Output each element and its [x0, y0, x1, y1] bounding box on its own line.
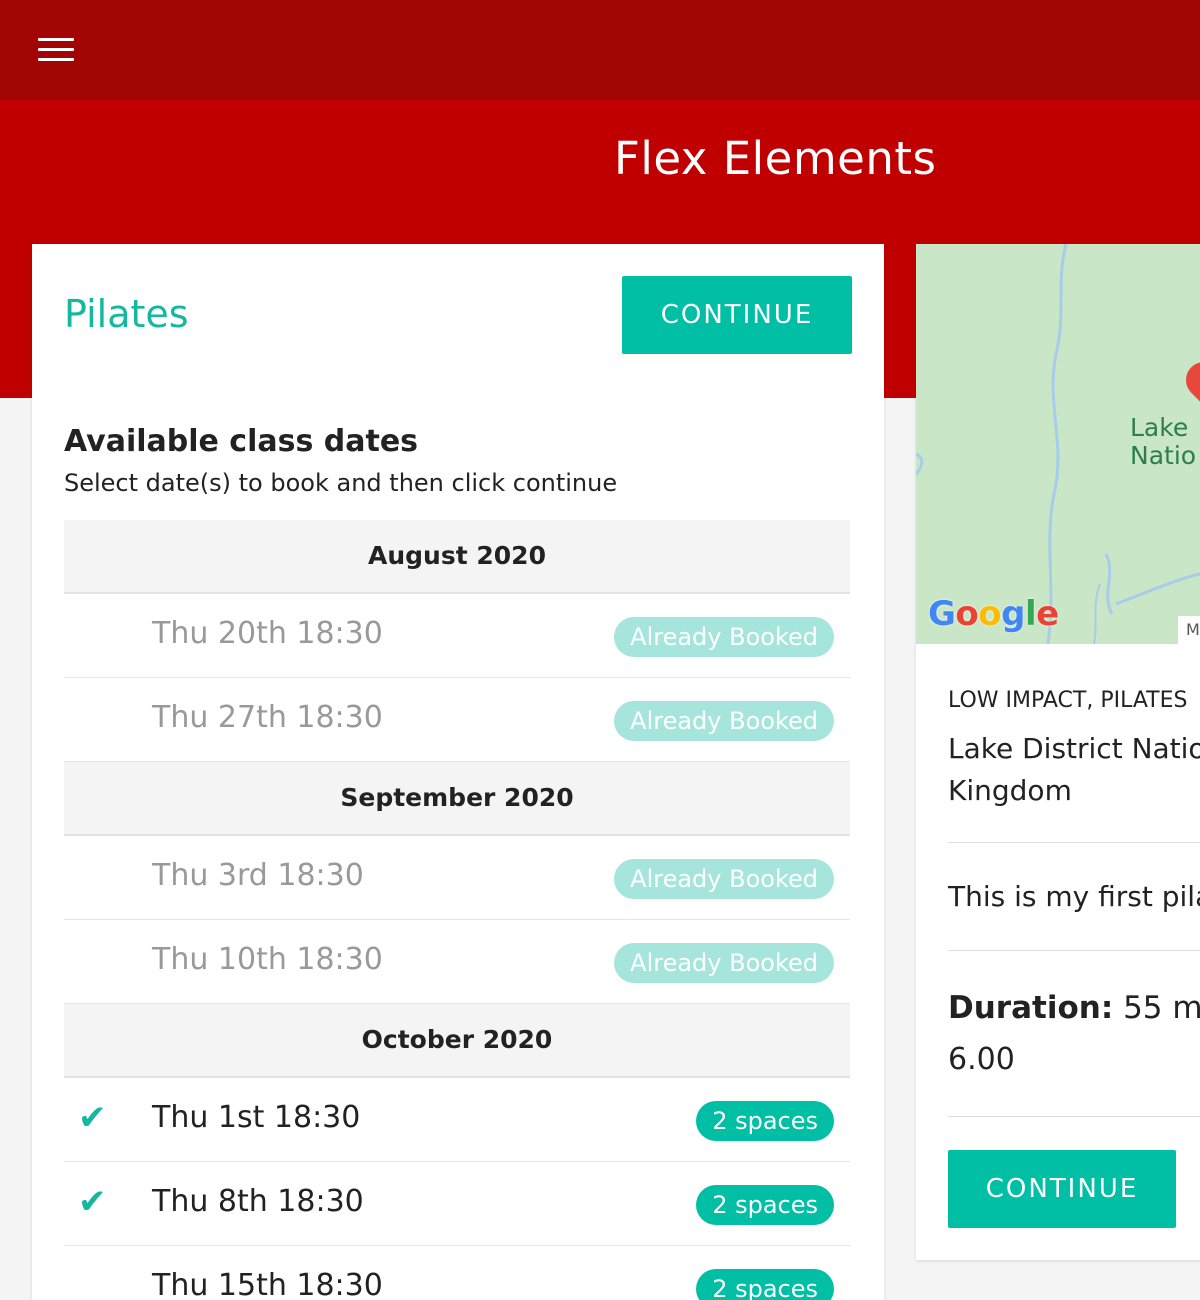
- class-location: Lake District Natio Kingdom: [948, 732, 1200, 807]
- divider: [948, 950, 1200, 951]
- class-duration: Duration: 55 mi: [948, 990, 1200, 1026]
- top-bar: [0, 0, 1200, 100]
- status-badge: Already Booked: [614, 943, 834, 983]
- month-header: August 2020: [64, 520, 850, 594]
- class-card: Pilates CONTINUE Available class dates S…: [32, 244, 884, 1300]
- date-row-selectable[interactable]: ✔ Thu 8th 18:30 2 spaces: [64, 1162, 850, 1246]
- date-label: Thu 8th 18:30: [152, 1184, 364, 1219]
- date-label: Thu 20th 18:30: [152, 616, 383, 651]
- class-info-card: Lake Natio Google M LOW IMPACT, PILATES …: [916, 244, 1200, 1260]
- date-row: Thu 3rd 18:30 Already Booked: [64, 836, 850, 920]
- class-categories: LOW IMPACT, PILATES: [948, 688, 1188, 713]
- date-row-selectable[interactable]: Thu 15th 18:30 2 spaces: [64, 1246, 850, 1300]
- map-place-label: Lake Natio: [1130, 413, 1197, 470]
- status-badge: Already Booked: [614, 617, 834, 657]
- date-label: Thu 27th 18:30: [152, 700, 383, 735]
- class-price: 6.00: [948, 1042, 1015, 1077]
- site-title: Flex Elements: [614, 132, 937, 185]
- spaces-badge: 2 spaces: [696, 1269, 834, 1300]
- duration-label: Duration:: [948, 990, 1114, 1026]
- date-label: Thu 10th 18:30: [152, 942, 383, 977]
- date-row: Thu 20th 18:30 Already Booked: [64, 594, 850, 678]
- check-icon: ✔: [78, 1182, 107, 1222]
- continue-button-side[interactable]: CONTINUE: [948, 1150, 1176, 1228]
- date-row: Thu 10th 18:30 Already Booked: [64, 920, 850, 1004]
- divider: [948, 1116, 1200, 1117]
- continue-button-top[interactable]: CONTINUE: [622, 276, 852, 354]
- date-label: Thu 15th 18:30: [152, 1268, 383, 1300]
- class-title: Pilates: [64, 292, 189, 336]
- month-header: September 2020: [64, 762, 850, 836]
- date-row-selectable[interactable]: ✔ Thu 1st 18:30 2 spaces: [64, 1078, 850, 1162]
- google-logo: Google: [928, 594, 1059, 634]
- divider: [948, 842, 1200, 843]
- date-list: August 2020 Thu 20th 18:30 Already Booke…: [64, 520, 850, 1300]
- location-map[interactable]: Lake Natio Google M: [916, 244, 1200, 644]
- spaces-badge: 2 spaces: [696, 1185, 834, 1225]
- duration-value: 55 mi: [1123, 990, 1200, 1026]
- available-dates-subtitle: Select date(s) to book and then click co…: [64, 469, 618, 497]
- month-header: October 2020: [64, 1004, 850, 1078]
- date-label: Thu 1st 18:30: [152, 1100, 361, 1135]
- status-badge: Already Booked: [614, 701, 834, 741]
- class-description: This is my first pila: [948, 880, 1200, 913]
- status-badge: Already Booked: [614, 859, 834, 899]
- hamburger-icon[interactable]: [38, 38, 74, 62]
- map-footer-text: M: [1178, 616, 1200, 644]
- date-row: Thu 27th 18:30 Already Booked: [64, 678, 850, 762]
- available-dates-heading: Available class dates: [64, 424, 419, 459]
- spaces-badge: 2 spaces: [696, 1101, 834, 1141]
- date-label: Thu 3rd 18:30: [152, 858, 364, 893]
- check-icon: ✔: [78, 1098, 107, 1138]
